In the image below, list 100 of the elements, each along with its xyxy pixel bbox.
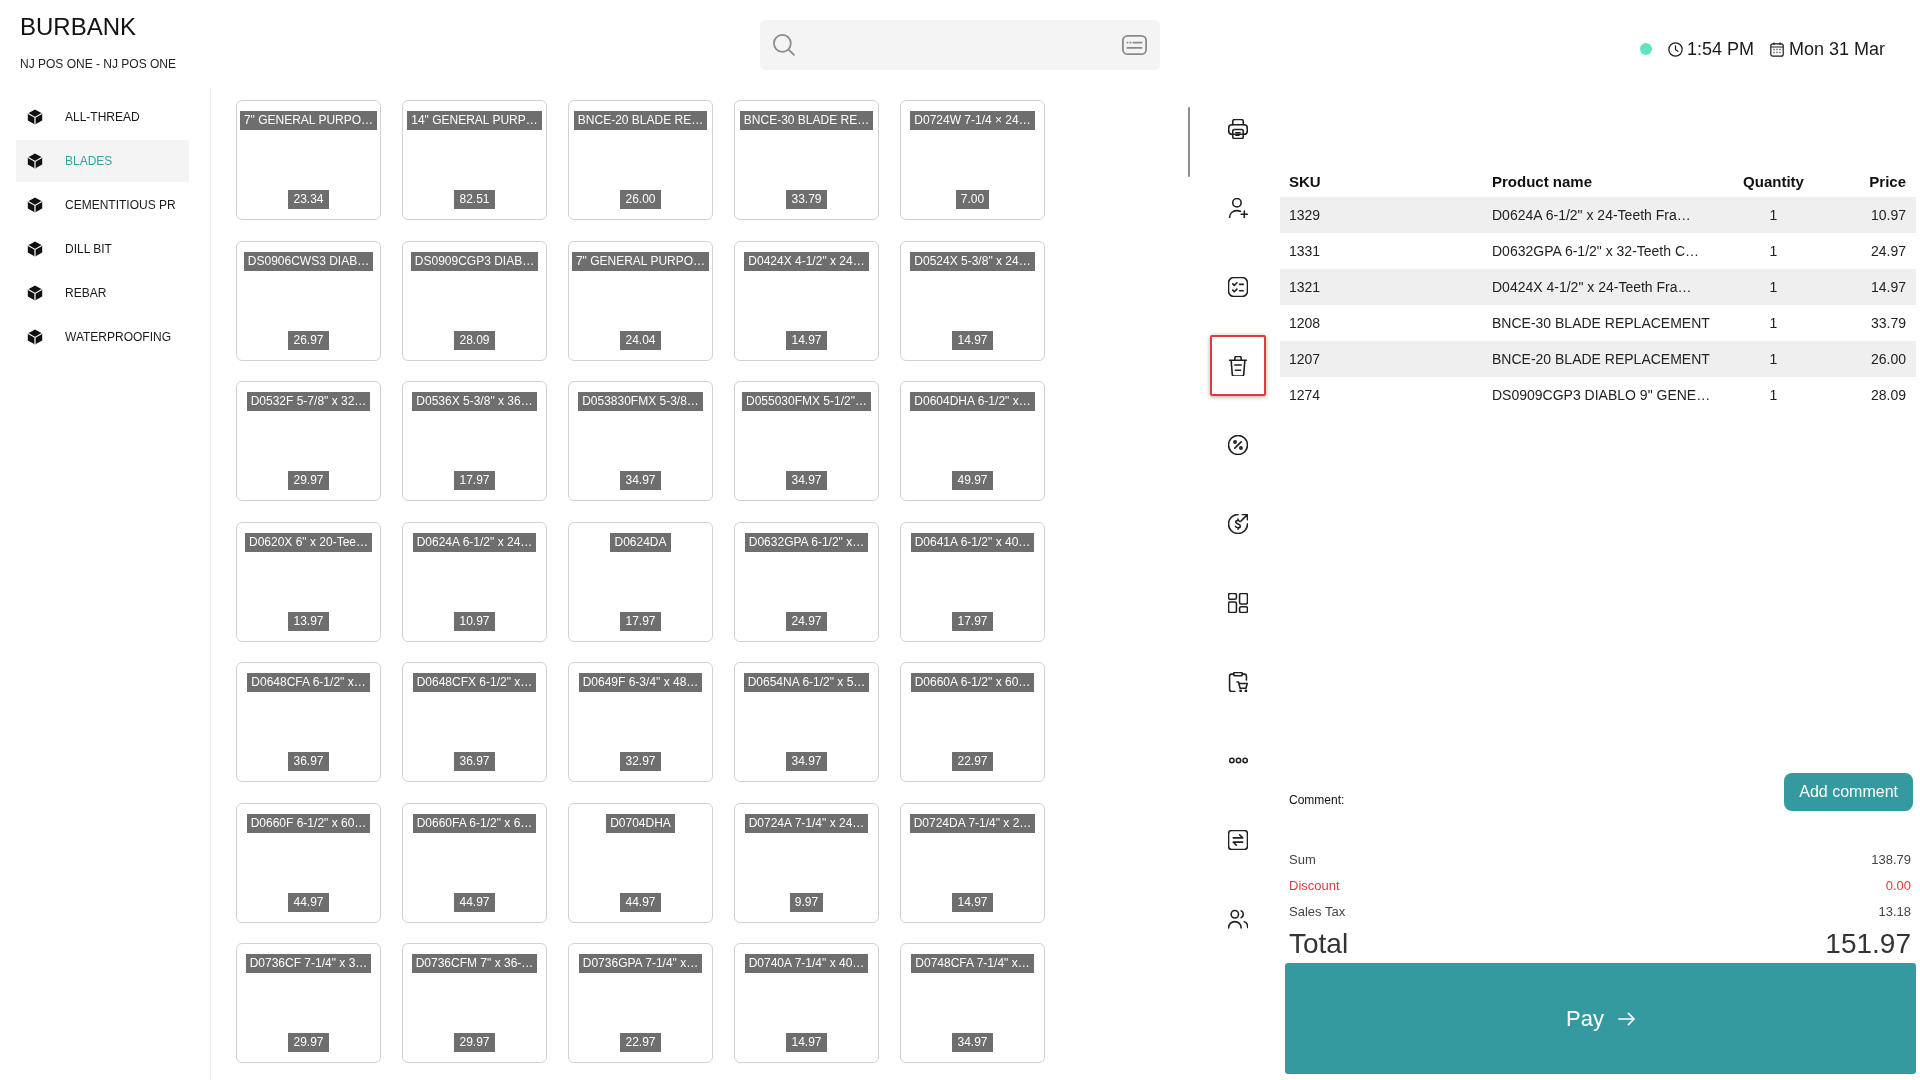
category-item[interactable]: WATERPROOFING	[16, 316, 189, 358]
calendar-icon	[1769, 41, 1784, 57]
product-card[interactable]: D0654NA 6-1/2" x 5… 34.97	[734, 662, 879, 782]
product-price: 17.97	[952, 611, 993, 631]
product-card[interactable]: D0660FA 6-1/2" x 6… 44.97	[402, 802, 547, 923]
table-cell-text: 26.00	[1869, 349, 1907, 369]
product-price: 28.09	[454, 330, 495, 350]
cube-icon	[27, 241, 43, 257]
pay-button[interactable]: Pay	[1285, 963, 1916, 1074]
product-price: 23.34	[288, 190, 329, 209]
store-name: BURBANK	[20, 12, 137, 42]
table-cell-text: 1331	[1288, 241, 1322, 261]
product-card[interactable]: D0648CFX 6-1/2" x… 36.97	[402, 662, 547, 782]
product-price: 14.97	[786, 1033, 827, 1052]
table-cell-text: 14.97	[1869, 277, 1907, 297]
cube-icon	[27, 153, 43, 169]
product-card[interactable]: D0532F 5-7/8" x 32… 29.97	[236, 381, 381, 501]
product-price: 22.97	[952, 752, 993, 771]
product-name: D0632GPA 6-1/2" x…	[744, 532, 869, 552]
product-card[interactable]: D0724A 7-1/4" x 24… 9.97	[734, 802, 879, 923]
product-card[interactable]: D0649F 6-3/4" x 48… 32.97	[568, 662, 713, 782]
product-card[interactable]: D0641A 6-1/2" x 40… 17.97	[900, 521, 1045, 642]
product-price: 26.00	[620, 190, 661, 209]
product-name: D0748CFA 7-1/4" x…	[911, 954, 1034, 973]
product-card[interactable]: DS0906CWS3 DIAB… 26.97	[236, 240, 381, 361]
product-name: DS0906CWS3 DIAB…	[243, 251, 374, 271]
search-icon	[773, 34, 795, 56]
product-card[interactable]: D0724DA 7-1/4" x 2… 14.97	[900, 802, 1045, 923]
product-card[interactable]: BNCE-20 BLADE RE… 26.00	[568, 100, 713, 220]
product-card[interactable]: D0624DA 17.97	[568, 521, 713, 642]
product-name: D0620X 6" x 20-Tee…	[245, 532, 372, 552]
product-card[interactable]: 14" GENERAL PURP… 82.51	[402, 100, 547, 220]
cube-icon	[27, 197, 43, 213]
product-card[interactable]: D0424X 4-1/2" x 24… 14.97	[734, 240, 879, 361]
total-value: 151.97	[1825, 928, 1911, 960]
product-name: BNCE-30 BLADE RE…	[739, 111, 874, 130]
product-price: 17.97	[620, 611, 661, 631]
product-card[interactable]: DS0909CGP3 DIAB… 28.09	[402, 240, 547, 361]
product-card[interactable]: D0736CF 7-1/4" x 3… 29.97	[236, 943, 381, 1063]
product-name: D053830FMX 5-3/8…	[578, 392, 703, 411]
product-name: 14" GENERAL PURP…	[407, 111, 542, 130]
keyboard-icon[interactable]	[1122, 34, 1147, 56]
product-name: BNCE-20 BLADE RE…	[573, 111, 708, 130]
product-name: D0654NA 6-1/2" x 5…	[743, 673, 870, 692]
product-card[interactable]: D0524X 5-3/8" x 24… 14.97	[900, 240, 1045, 361]
toolbar-button[interactable]	[1210, 335, 1266, 396]
product-card[interactable]: D0704DHA 44.97	[568, 802, 713, 923]
product-card[interactable]: 7" GENERAL PURPO… 23.34	[236, 100, 381, 220]
product-price: 24.04	[620, 330, 661, 350]
product-price: 24.97	[786, 611, 827, 631]
product-card[interactable]: D0748CFA 7-1/4" x… 34.97	[900, 943, 1045, 1063]
summary-value: 0.00	[1885, 877, 1911, 896]
product-name: D0649F 6-3/4" x 48…	[578, 673, 703, 692]
product-card[interactable]: D0660F 6-1/2" x 60… 44.97	[236, 802, 381, 923]
product-card[interactable]: D0620X 6" x 20-Tee… 13.97	[236, 521, 381, 642]
product-price: 26.97	[288, 330, 329, 350]
column-header: SKU	[1288, 171, 1322, 192]
product-price: 22.97	[620, 1033, 661, 1052]
product-card[interactable]: BNCE-30 BLADE RE… 33.79	[734, 100, 879, 220]
product-card[interactable]: D0736GPA 7-1/4" x… 22.97	[568, 943, 713, 1063]
column-header: Product name	[1491, 171, 1594, 192]
product-price: 34.97	[786, 471, 827, 490]
summary-value: 13.18	[1878, 903, 1911, 922]
register-name: NJ POS ONE - NJ POS ONE	[20, 56, 177, 72]
printer-icon	[1228, 118, 1248, 139]
product-price: 34.97	[620, 471, 661, 490]
category-item[interactable]: CEMENTITIOUS PR	[16, 184, 189, 226]
table-cell-text: 1208	[1288, 313, 1322, 333]
product-card[interactable]: D0740A 7-1/4" x 40… 14.97	[734, 943, 879, 1063]
product-price: 44.97	[288, 892, 329, 912]
table-cell-text: 10.97	[1869, 205, 1907, 225]
product-name: D0624DA	[610, 532, 671, 552]
product-card[interactable]: D0632GPA 6-1/2" x… 24.97	[734, 521, 879, 642]
product-card[interactable]: D055030FMX 5-1/2"… 34.97	[734, 381, 879, 501]
product-card[interactable]: D0660A 6-1/2" x 60… 22.97	[900, 662, 1045, 782]
total-label: Total	[1289, 928, 1349, 960]
scrollbar[interactable]	[1188, 107, 1190, 177]
product-card[interactable]: D0536X 5-3/8" x 36… 17.97	[402, 381, 547, 501]
coin-arrow-icon	[1228, 513, 1248, 534]
product-card[interactable]: D0724W 7-1/4 × 24… 7.00	[900, 100, 1045, 220]
product-price: 14.97	[952, 330, 993, 350]
comment-label: Comment:	[1289, 792, 1345, 808]
product-card[interactable]: 7" GENERAL PURPO… 24.04	[568, 240, 713, 361]
product-card[interactable]: D0648CFA 6-1/2" x… 36.97	[236, 662, 381, 782]
cube-icon	[27, 329, 43, 345]
users-icon	[1228, 908, 1248, 929]
search-field[interactable]	[760, 20, 1160, 70]
category-item[interactable]: DILL BIT	[16, 228, 189, 270]
category-item[interactable]: REBAR	[16, 272, 189, 314]
product-card[interactable]: D0604DHA 6-1/2" x… 49.97	[900, 381, 1045, 501]
product-name: D0641A 6-1/2" x 40…	[910, 532, 1035, 552]
category-item[interactable]: ALL-THREAD	[16, 96, 189, 138]
product-card[interactable]: D0736CFM 7" x 36-… 29.97	[402, 943, 547, 1063]
product-name: D0660F 6-1/2" x 60…	[246, 813, 371, 833]
product-card[interactable]: D053830FMX 5-3/8… 34.97	[568, 381, 713, 501]
add-comment-button[interactable]: Add comment	[1784, 773, 1913, 811]
category-item[interactable]: BLADES	[16, 140, 189, 182]
product-card[interactable]: D0624A 6-1/2" x 24… 10.97	[402, 521, 547, 642]
product-price: 34.97	[952, 1033, 993, 1052]
arrow-right-icon	[1617, 1011, 1635, 1026]
